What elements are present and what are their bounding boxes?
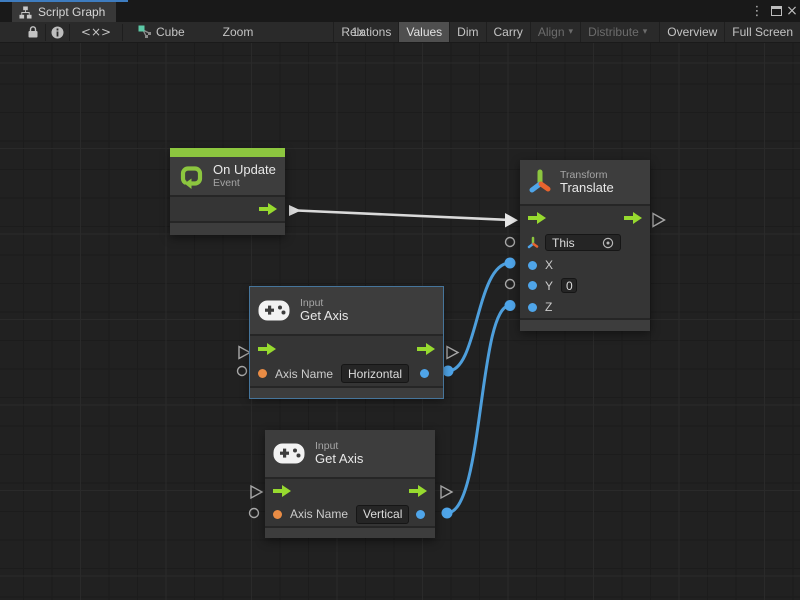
dim-button[interactable]: Dim [449, 22, 485, 42]
port-axisname-in-getaxis-h[interactable] [238, 367, 247, 376]
z-port-dot [528, 303, 537, 312]
y-port-dot [528, 281, 537, 290]
info-button[interactable] [46, 22, 68, 42]
axisname-port-label: Axis Name [290, 507, 348, 521]
control-in-arrow-icon [273, 485, 291, 497]
wire-control-onupdate-translate[interactable] [297, 211, 510, 221]
toolbar-button-group: Relations Values Dim Carry Align▾ Distri… [333, 22, 800, 42]
axisname-port-dot [258, 369, 267, 378]
window-menu-icon[interactable]: ⋮ [750, 0, 764, 22]
port-z-translate[interactable] [505, 300, 516, 311]
graph-target-icon [136, 22, 154, 42]
carry-button[interactable]: Carry [486, 22, 530, 42]
control-out-arrow-icon [417, 343, 435, 355]
port-this-translate[interactable] [506, 238, 515, 247]
port-control-out-getaxis-v[interactable] [441, 486, 452, 498]
node-get-axis-horizontal[interactable]: Input Get Axis Axis Name Horizontal [250, 287, 443, 398]
port-control-in-getaxis-h[interactable] [239, 347, 250, 359]
port-control-out-onupdate[interactable] [289, 205, 301, 216]
this-field-value: This [552, 236, 575, 250]
tab-script-graph[interactable]: Script Graph [12, 2, 116, 22]
node-title: On Update [213, 163, 276, 178]
node-footer [265, 528, 435, 538]
close-icon[interactable]: × [784, 0, 800, 22]
wire-vertical-to-z[interactable] [447, 306, 510, 514]
info-icon [51, 26, 64, 39]
script-graph-icon [19, 6, 32, 19]
port-value-out-getaxis-v[interactable] [442, 508, 453, 519]
node-title: Get Axis [300, 309, 348, 324]
node-title: Get Axis [315, 452, 363, 467]
gamepad-icon [273, 443, 305, 464]
distribute-dropdown[interactable]: Distribute▾ [580, 22, 654, 42]
y-value-field[interactable]: 0 [561, 278, 577, 293]
fullscreen-button[interactable]: Full Screen [724, 22, 800, 42]
gamepad-icon [258, 300, 290, 321]
graph-canvas[interactable]: On Update Event Transform Translate [0, 43, 800, 600]
node-footer [520, 320, 650, 331]
axisname-port-label: Axis Name [275, 367, 333, 381]
control-in-arrow-icon [528, 212, 546, 224]
port-control-out-getaxis-h[interactable] [447, 347, 458, 359]
control-out-arrow-icon [624, 212, 642, 224]
port-control-in-getaxis-v[interactable] [251, 486, 262, 498]
axisname-value-field[interactable]: Vertical [356, 505, 409, 524]
port-value-out-getaxis-h[interactable] [443, 366, 454, 377]
graph-toolbar: <×> Cube Zoom 1x Relations Values Dim Ca… [0, 22, 800, 43]
align-dropdown[interactable]: Align▾ [530, 22, 580, 42]
relations-button[interactable]: Relations [333, 22, 398, 42]
value-out-port-dot [416, 510, 425, 519]
value-out-port-dot [420, 369, 429, 378]
node-title: Translate [560, 181, 614, 196]
x-port-label: X [545, 258, 553, 272]
event-accent-bar [170, 148, 285, 157]
values-button[interactable]: Values [398, 22, 449, 42]
lock-icon [27, 25, 39, 39]
value-inspection-toggle[interactable]: <×> [70, 22, 122, 42]
port-control-out-translate[interactable] [653, 214, 665, 227]
control-out-arrow-icon [259, 203, 277, 215]
node-subtitle: Event [213, 177, 276, 189]
node-footer [170, 223, 285, 235]
axisname-port-dot [273, 510, 282, 519]
control-in-arrow-icon [258, 343, 276, 355]
y-port-label: Y [545, 279, 553, 293]
graph-target-label[interactable]: Cube [156, 22, 196, 42]
chevron-down-icon: ▾ [569, 27, 574, 37]
x-port-dot [528, 261, 537, 270]
axisname-value-field[interactable]: Horizontal [341, 364, 409, 383]
port-y-translate[interactable] [506, 280, 515, 289]
node-get-axis-vertical[interactable]: Input Get Axis Axis Name Vertical [265, 430, 435, 538]
object-picker-icon[interactable] [602, 237, 614, 249]
node-translate[interactable]: Transform Translate This [520, 160, 650, 331]
control-out-arrow-icon [409, 485, 427, 497]
on-update-loop-icon [178, 163, 205, 190]
node-on-update[interactable]: On Update Event [170, 148, 285, 235]
wire-horizontal-to-x[interactable] [448, 263, 510, 371]
node-subtitle: Transform [560, 169, 614, 181]
zoom-label: Zoom [220, 22, 256, 42]
port-axisname-in-getaxis-v[interactable] [250, 509, 259, 518]
tab-bar: Script Graph ⋮ × [0, 0, 800, 22]
node-footer [250, 388, 443, 398]
transform-icon [528, 168, 552, 196]
this-object-field[interactable]: This [545, 234, 621, 251]
port-x-translate[interactable] [505, 258, 516, 269]
transform-mini-icon [526, 236, 540, 250]
port-control-in-translate[interactable] [505, 213, 518, 228]
tab-title: Script Graph [38, 5, 105, 19]
lock-button[interactable] [22, 22, 44, 42]
z-port-label: Z [545, 300, 552, 314]
chevron-down-icon: ▾ [643, 27, 648, 37]
overview-button[interactable]: Overview [659, 22, 724, 42]
maximize-icon[interactable] [768, 0, 784, 22]
